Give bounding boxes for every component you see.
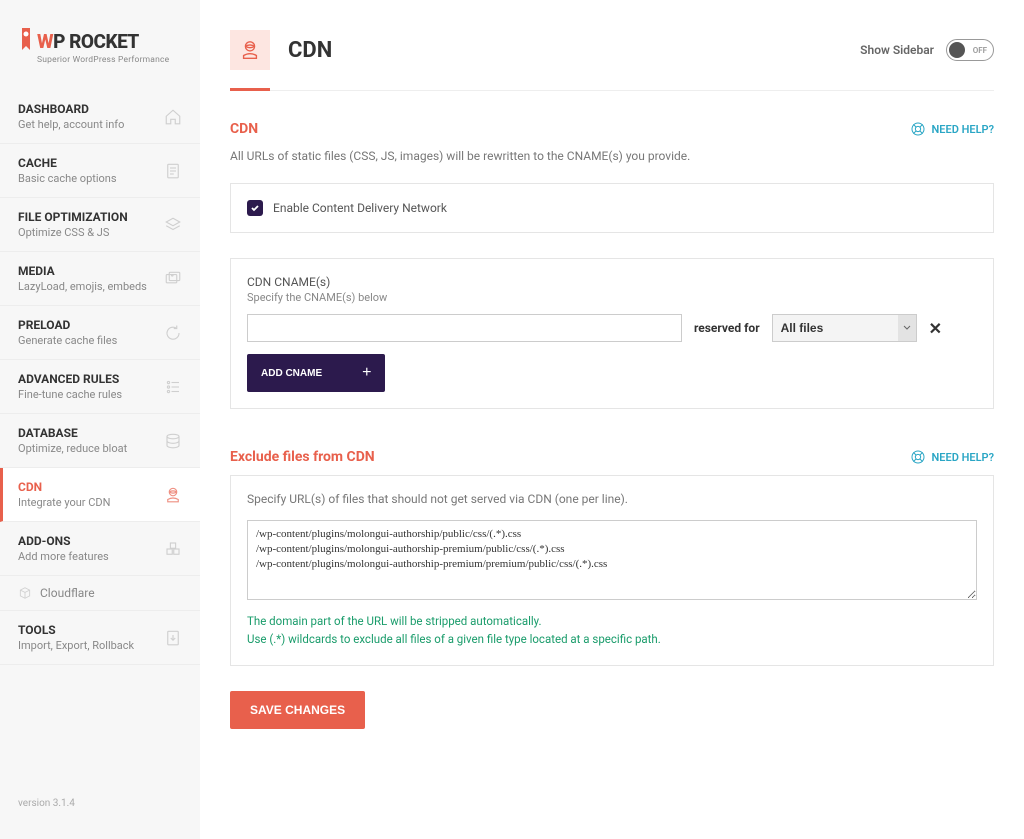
database-icon	[164, 432, 182, 450]
nav-cache[interactable]: CACHEBasic cache options	[0, 144, 200, 198]
cname-label: CDN CNAME(s)	[247, 275, 977, 289]
globe-hand-icon	[239, 39, 261, 61]
refresh-icon	[164, 324, 182, 342]
cube-icon	[18, 586, 32, 600]
nav-advanced-rules[interactable]: ADVANCED RULESFine-tune cache rules	[0, 360, 200, 414]
save-changes-button[interactable]: SAVE CHANGES	[230, 691, 365, 729]
nav-media[interactable]: MEDIALazyLoad, emojis, embeds	[0, 252, 200, 306]
sliders-icon	[164, 378, 182, 396]
enable-cdn-checkbox[interactable]	[247, 200, 263, 216]
enable-cdn-box: Enable Content Delivery Network	[230, 183, 994, 233]
lifebuoy-icon	[910, 449, 926, 465]
reserved-label: reserved for	[694, 321, 760, 335]
cname-section: CDN CNAME(s) Specify the CNAME(s) below …	[230, 258, 994, 409]
exclude-description: Specify URL(s) of files that should not …	[247, 492, 977, 506]
cname-input[interactable]	[247, 314, 682, 342]
layers-icon	[164, 216, 182, 234]
section-exclude-title: Exclude files from CDN	[230, 449, 375, 465]
nav-tools[interactable]: TOOLSImport, Export, Rollback	[0, 610, 200, 665]
sidebar: WP ROCKET Superior WordPress Performance…	[0, 0, 200, 839]
cdn-description: All URLs of static files (CSS, JS, image…	[230, 147, 994, 165]
nav-database[interactable]: DATABASEOptimize, reduce bloat	[0, 414, 200, 468]
page-title: CDN	[288, 38, 332, 63]
document-icon	[164, 162, 182, 180]
cname-sublabel: Specify the CNAME(s) below	[247, 291, 977, 304]
globe-hand-icon	[164, 486, 182, 504]
show-sidebar-label: Show Sidebar	[860, 43, 934, 57]
nav-preload[interactable]: PRELOADGenerate cache files	[0, 306, 200, 360]
nav-file-optimization[interactable]: FILE OPTIMIZATIONOptimize CSS & JS	[0, 198, 200, 252]
plus-icon: +	[362, 364, 371, 382]
section-cdn-title: CDN	[230, 121, 258, 137]
exclude-box: Specify URL(s) of files that should not …	[230, 475, 994, 666]
import-icon	[164, 629, 182, 647]
remove-cname-button[interactable]: ✕	[929, 319, 942, 338]
filetype-select[interactable]: All files	[772, 314, 917, 342]
enable-cdn-label: Enable Content Delivery Network	[273, 201, 447, 215]
exclude-textarea[interactable]	[247, 520, 977, 600]
lifebuoy-icon	[910, 121, 926, 137]
nav-cloudflare[interactable]: Cloudflare	[0, 576, 200, 610]
page-icon	[230, 30, 270, 70]
nav-addons[interactable]: ADD-ONSAdd more features	[0, 522, 200, 576]
nav-cdn[interactable]: CDNIntegrate your CDN	[0, 468, 200, 522]
home-icon	[164, 108, 182, 126]
need-help-exclude[interactable]: NEED HELP?	[910, 449, 995, 465]
add-cname-button[interactable]: ADD CNAME+	[247, 354, 385, 392]
helper-text: The domain part of the URL will be strip…	[247, 612, 977, 649]
need-help-cdn[interactable]: NEED HELP?	[910, 121, 995, 137]
rocket-ribbon-icon	[18, 28, 34, 56]
main-content: CDN Show Sidebar OFF CDN NEED HELP? All …	[200, 0, 1024, 839]
images-icon	[164, 270, 182, 288]
check-icon	[250, 203, 260, 213]
main-nav: DASHBOARDGet help, account info CACHEBas…	[0, 90, 200, 768]
logo: WP ROCKET Superior WordPress Performance	[0, 10, 200, 90]
version-label: version 3.1.4	[0, 768, 200, 839]
nav-dashboard[interactable]: DASHBOARDGet help, account info	[0, 90, 200, 144]
page-header: CDN Show Sidebar OFF	[230, 30, 994, 91]
blocks-icon	[164, 540, 182, 558]
sidebar-toggle[interactable]: OFF	[946, 39, 994, 61]
